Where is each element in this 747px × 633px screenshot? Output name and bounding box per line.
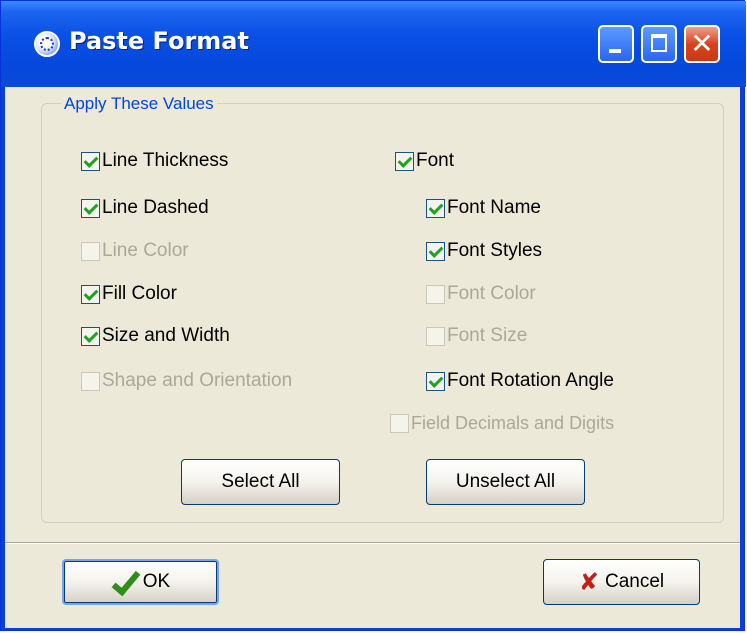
checkbox-box — [81, 241, 100, 261]
checkbox-box — [81, 371, 100, 391]
checkbox-label: Line Dashed — [102, 197, 209, 218]
title-bar[interactable]: Paste Format ✕ — [1, 1, 746, 87]
checkbox-box[interactable] — [426, 198, 445, 218]
select-all-button[interactable]: Select All — [181, 459, 340, 505]
unselect-all-button[interactable]: Unselect All — [426, 459, 585, 505]
checkbox-size-and-width[interactable]: Size and Width — [81, 325, 230, 347]
close-icon: ✕ — [690, 27, 714, 60]
checkbox-label: Font Styles — [447, 240, 543, 261]
cancel-button[interactable]: ✘ Cancel — [543, 559, 700, 605]
checkbox-font-rotation-angle[interactable]: Font Rotation Angle — [426, 370, 614, 392]
checkbox-label: Line Color — [102, 240, 189, 261]
checkbox-line-dashed[interactable]: Line Dashed — [81, 197, 209, 219]
checkbox-font-styles[interactable]: Font Styles — [426, 240, 542, 262]
ok-button[interactable]: OK — [62, 559, 219, 605]
checkbox-label: Line Thickness — [102, 150, 229, 171]
ok-label: OK — [142, 571, 171, 592]
app-icon — [34, 31, 60, 57]
checkbox-box[interactable] — [81, 326, 100, 346]
group-title: Apply These Values — [61, 94, 217, 114]
checkbox-box[interactable] — [81, 198, 100, 218]
checkbox-field-decimals-and-digits: Field Decimals and Digits — [390, 413, 614, 434]
checkbox-label: Fill Color — [102, 283, 177, 304]
checkbox-box[interactable] — [81, 284, 100, 304]
checkbox-font-color: Font Color — [426, 283, 536, 305]
checkbox-label: Font Rotation Angle — [447, 370, 614, 391]
close-button[interactable]: ✕ — [684, 25, 720, 63]
checkbox-label: Size and Width — [102, 325, 230, 346]
checkbox-font-name[interactable]: Font Name — [426, 197, 541, 219]
checkbox-line-color: Line Color — [81, 240, 189, 262]
checkbox-label: Font — [416, 150, 455, 171]
button-separator — [5, 542, 740, 544]
checkbox-label: Font Color — [447, 283, 536, 304]
checkbox-label: Font Size — [447, 325, 528, 346]
checkbox-font[interactable]: Font — [395, 150, 454, 172]
checkbox-box — [390, 414, 409, 433]
checkbox-box[interactable] — [395, 151, 414, 171]
checkbox-font-size: Font Size — [426, 325, 527, 347]
checkbox-box[interactable] — [426, 241, 445, 261]
checkbox-fill-color[interactable]: Fill Color — [81, 283, 177, 305]
maximize-button[interactable] — [641, 25, 677, 63]
cancel-label: Cancel — [604, 571, 665, 592]
x-mark-icon: ✘ — [578, 568, 599, 596]
checkbox-label: Shape and Orientation — [102, 370, 293, 391]
window-title: Paste Format — [69, 27, 249, 55]
checkbox-box[interactable] — [81, 151, 100, 171]
checkbox-box — [426, 284, 445, 304]
checkbox-box[interactable] — [426, 371, 445, 391]
checkbox-label: Field Decimals and Digits — [411, 413, 615, 433]
paste-format-dialog: Paste Format ✕ Apply These Values Line T… — [0, 0, 746, 631]
checkmark-icon — [111, 571, 137, 593]
checkbox-box — [426, 326, 445, 346]
minimize-button[interactable] — [598, 25, 634, 63]
checkbox-shape-and-orientation: Shape and Orientation — [81, 370, 292, 392]
checkbox-label: Font Name — [447, 197, 541, 218]
checkbox-line-thickness[interactable]: Line Thickness — [81, 150, 228, 172]
dialog-body: Apply These Values Line Thickness Line D… — [5, 87, 740, 628]
